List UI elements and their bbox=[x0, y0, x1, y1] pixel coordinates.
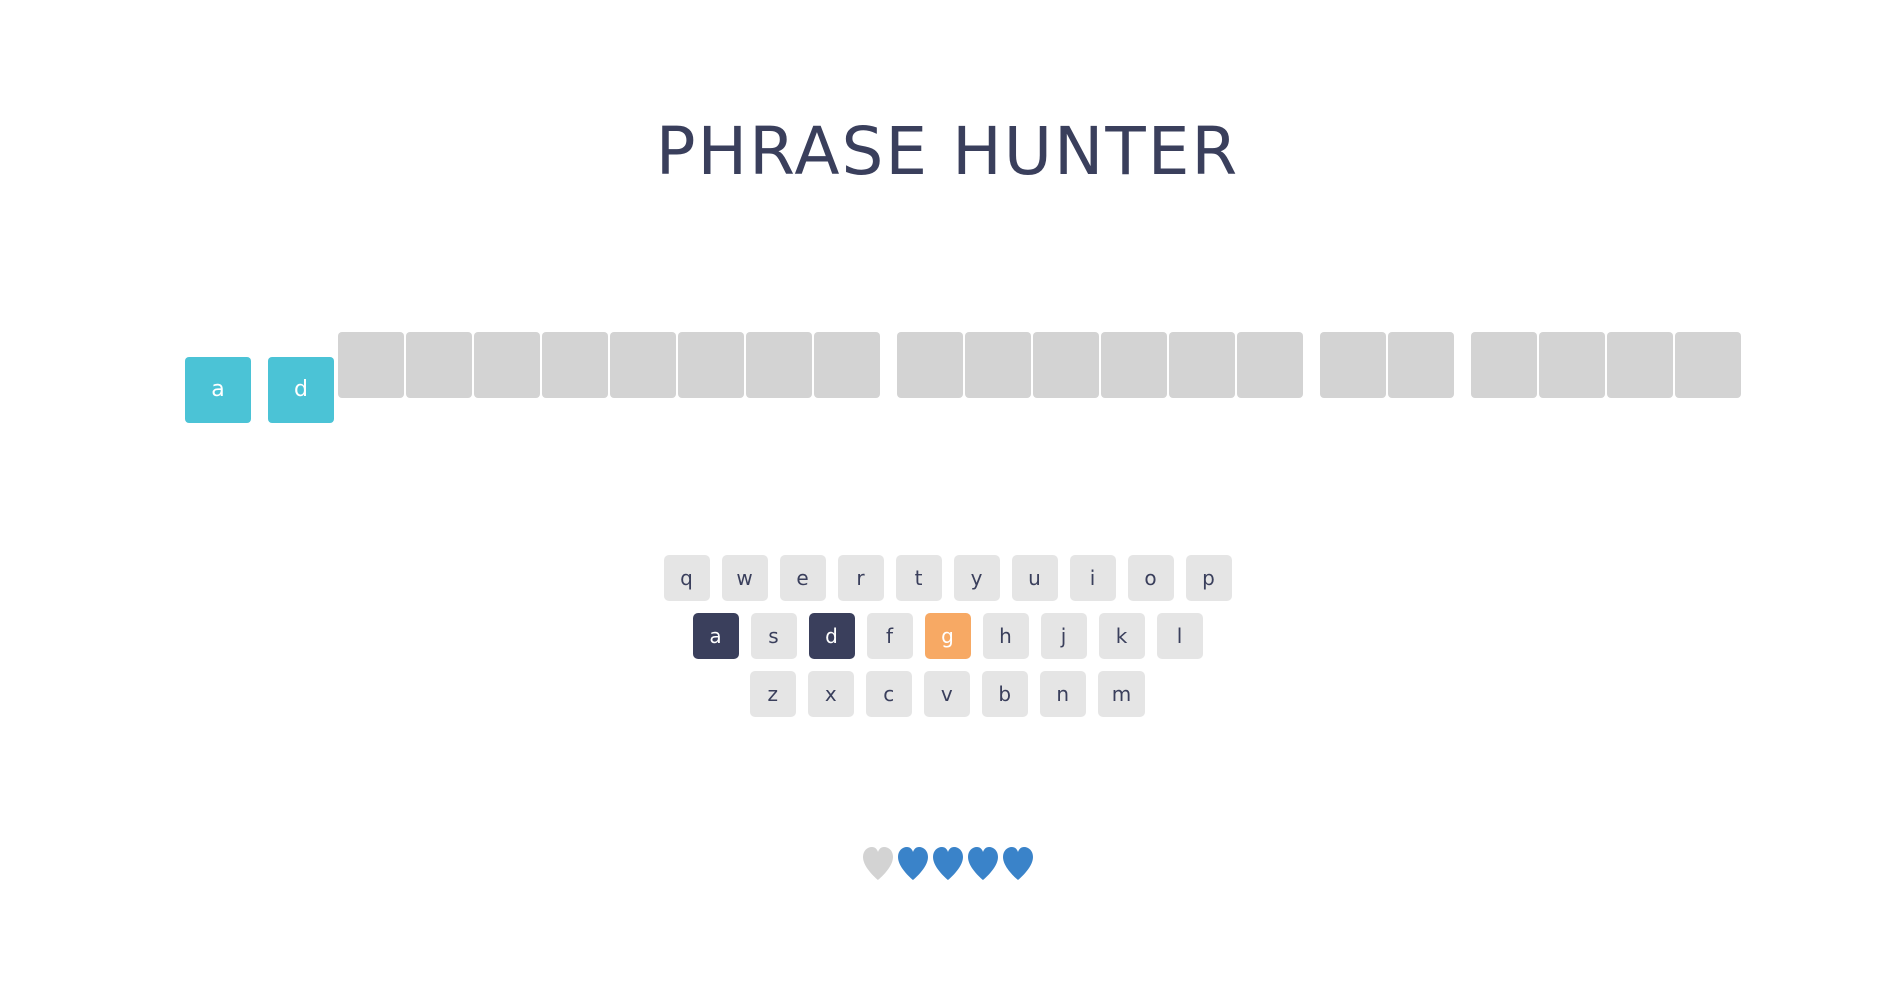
live-heart-icon bbox=[966, 846, 1000, 882]
phrase-letter-hidden bbox=[610, 332, 676, 398]
phrase-letter-hidden bbox=[542, 332, 608, 398]
onscreen-keyboard: qwertyuiop asdfghjkl zxcvbnm bbox=[0, 555, 1895, 729]
key-x[interactable]: x bbox=[807, 671, 854, 717]
phrase-letter-hidden bbox=[1033, 332, 1099, 398]
phrase-letter-hidden bbox=[1388, 332, 1454, 398]
phrase-letter-hidden bbox=[965, 332, 1031, 398]
key-e[interactable]: e bbox=[779, 555, 826, 601]
phrase-letter-hidden bbox=[1320, 332, 1386, 398]
key-t[interactable]: t bbox=[895, 555, 942, 601]
page-title: PHRASE HUNTER bbox=[655, 113, 1240, 190]
key-o[interactable]: o bbox=[1127, 555, 1174, 601]
phrase-letter-hidden bbox=[1539, 332, 1605, 398]
phrase-letter-hidden bbox=[1169, 332, 1235, 398]
key-i[interactable]: i bbox=[1069, 555, 1116, 601]
phrase-letter-hidden bbox=[338, 332, 404, 398]
key-q[interactable]: q bbox=[663, 555, 710, 601]
phrase-letter-revealed: d bbox=[268, 357, 334, 423]
key-k[interactable]: k bbox=[1098, 613, 1145, 659]
key-v[interactable]: v bbox=[923, 671, 970, 717]
keyboard-row: qwertyuiop bbox=[0, 555, 1895, 601]
live-heart-icon bbox=[896, 846, 930, 882]
phrase-letter-hidden bbox=[678, 332, 744, 398]
key-p[interactable]: p bbox=[1185, 555, 1232, 601]
key-h[interactable]: h bbox=[982, 613, 1029, 659]
live-heart-icon bbox=[1001, 846, 1035, 882]
key-n[interactable]: n bbox=[1039, 671, 1086, 717]
key-w[interactable]: w bbox=[721, 555, 768, 601]
key-m[interactable]: m bbox=[1097, 671, 1146, 717]
key-c[interactable]: c bbox=[865, 671, 912, 717]
key-g[interactable]: g bbox=[924, 613, 971, 659]
key-u[interactable]: u bbox=[1011, 555, 1058, 601]
key-l[interactable]: l bbox=[1156, 613, 1203, 659]
key-d[interactable]: d bbox=[808, 613, 855, 659]
phrase-letter-revealed: a bbox=[185, 357, 251, 423]
key-a[interactable]: a bbox=[692, 613, 739, 659]
phrase-letter-hidden bbox=[814, 332, 880, 398]
keyboard-row: asdfghjkl bbox=[0, 613, 1895, 659]
key-s[interactable]: s bbox=[750, 613, 797, 659]
key-z[interactable]: z bbox=[749, 671, 796, 717]
phrase-letter-hidden bbox=[897, 332, 963, 398]
key-r[interactable]: r bbox=[837, 555, 884, 601]
lost-heart-icon bbox=[861, 846, 895, 882]
phrase-letter-hidden bbox=[1607, 332, 1673, 398]
phrase-letter-hidden bbox=[474, 332, 540, 398]
key-j[interactable]: j bbox=[1040, 613, 1087, 659]
phrase-letter-hidden bbox=[406, 332, 472, 398]
lives-scoreboard bbox=[0, 846, 1895, 882]
keyboard-row: zxcvbnm bbox=[0, 671, 1895, 717]
phrase-letter-hidden bbox=[1471, 332, 1537, 398]
phrase-letter-hidden bbox=[1101, 332, 1167, 398]
key-f[interactable]: f bbox=[866, 613, 913, 659]
key-b[interactable]: b bbox=[981, 671, 1028, 717]
phrase-letter-hidden bbox=[746, 332, 812, 398]
phrase-letter-hidden bbox=[1675, 332, 1741, 398]
live-heart-icon bbox=[931, 846, 965, 882]
key-y[interactable]: y bbox=[953, 555, 1000, 601]
phrase-letter-hidden bbox=[1237, 332, 1303, 398]
